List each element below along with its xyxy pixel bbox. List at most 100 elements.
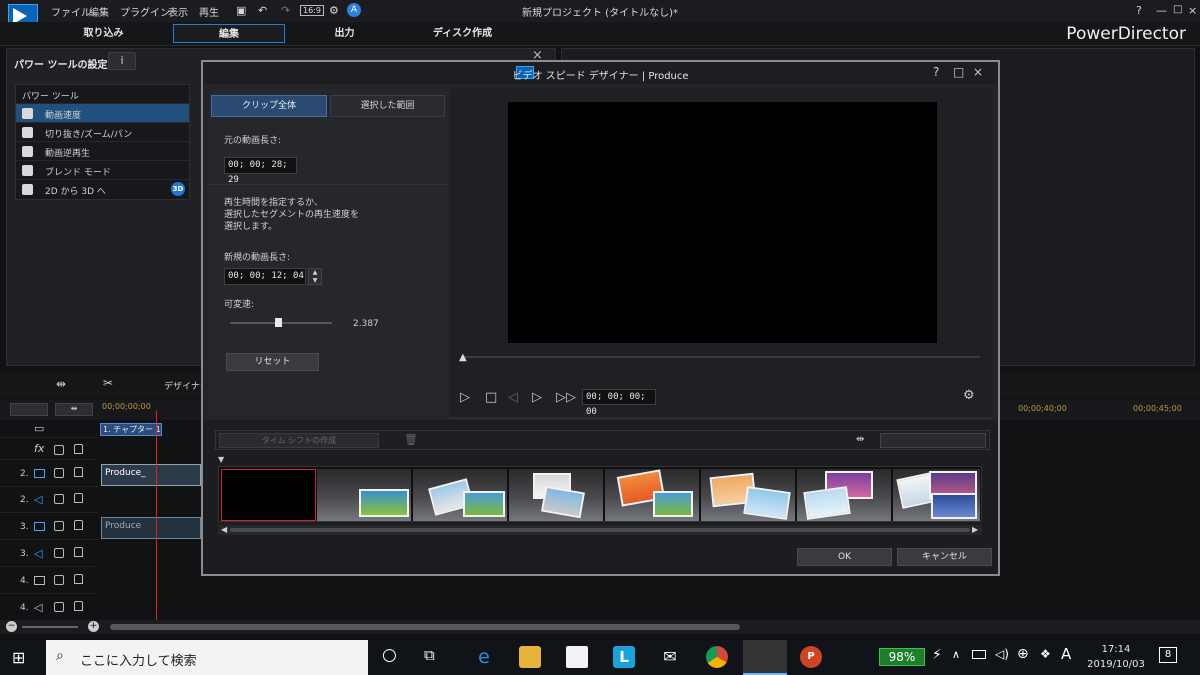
zoom-in-icon[interactable]: + [88, 621, 99, 632]
chrome-icon[interactable] [706, 646, 728, 668]
checkbox[interactable] [22, 127, 33, 138]
file-explorer-icon[interactable] [519, 646, 541, 668]
tab-disc[interactable]: ディスク作成 [415, 24, 510, 43]
film-frame [509, 469, 604, 521]
tray-battery-icon[interactable] [972, 650, 986, 659]
trash-icon[interactable]: 🗑 [404, 433, 418, 446]
store-icon[interactable] [566, 646, 588, 668]
stop-icon[interactable]: □ [485, 390, 497, 405]
network-icon[interactable]: ⊕ [1017, 646, 1029, 662]
filmstrip[interactable] [218, 466, 982, 522]
zoom-out-icon[interactable]: − [6, 621, 17, 632]
reset-button[interactable]: リセット [226, 353, 319, 371]
fit-icon[interactable]: ⇹ [55, 403, 93, 416]
mail-icon[interactable]: ✉ [659, 646, 681, 668]
search-placeholder: ここに入力して検索 [80, 654, 197, 669]
zoom-slider[interactable] [22, 626, 78, 628]
length-stepper[interactable]: ▲ ▼ [308, 268, 322, 285]
power-tool-crop-zoom-pan[interactable]: 切り抜き/ズーム/パン [16, 123, 189, 142]
preview-scrubber[interactable] [462, 356, 980, 358]
track-enable-checkbox[interactable] [54, 468, 64, 478]
ime-indicator[interactable]: A [1061, 645, 1071, 663]
tab-capture[interactable]: 取り込み [56, 24, 151, 43]
lock-icon[interactable] [74, 520, 83, 530]
timeline-playhead[interactable] [156, 410, 157, 620]
track-manager-icon[interactable] [10, 403, 48, 416]
cortana-icon[interactable]: ○ [382, 645, 397, 665]
fast-forward-icon[interactable]: ▷▷ [556, 390, 576, 405]
scissors-icon[interactable]: ✂ [103, 376, 113, 390]
lock-icon[interactable] [74, 444, 83, 454]
filmstrip-playhead-icon[interactable]: ▼ [218, 455, 224, 464]
new-length-input[interactable]: 00; 00; 12; 04 [224, 268, 306, 285]
lock-icon[interactable] [74, 601, 83, 611]
close-icon[interactable]: × [1188, 4, 1197, 17]
scroll-right-icon[interactable]: ▶ [972, 525, 978, 534]
clock-time: 17:14 [1101, 644, 1131, 655]
track-enable-checkbox[interactable] [54, 494, 64, 504]
playback-timecode: 00; 00; 00; 00 [582, 389, 656, 417]
edge-icon[interactable]: e [473, 646, 495, 668]
filmstrip-scrollbar[interactable]: ◀ ▶ [218, 525, 982, 535]
fit-icon[interactable]: ⇹ [856, 434, 864, 445]
line-app-icon[interactable]: L [613, 646, 635, 668]
settings-icon[interactable]: ⚙ [963, 388, 975, 403]
track-enable-checkbox[interactable] [54, 445, 64, 455]
video-track-head: 3. [0, 514, 98, 540]
volume-icon[interactable]: ◁) [995, 647, 1009, 661]
lock-icon[interactable] [74, 493, 83, 503]
track-enable-checkbox[interactable] [54, 521, 64, 531]
powerpoint-icon[interactable]: P [800, 646, 822, 668]
task-view-icon[interactable]: ⧉ [424, 646, 435, 664]
help-icon[interactable]: ? [933, 65, 939, 79]
powerdirector-taskbar-icon[interactable] [743, 640, 787, 675]
track-enable-checkbox[interactable] [54, 548, 64, 558]
lock-icon[interactable] [74, 547, 83, 557]
minimize-icon[interactable]: — [1156, 4, 1167, 17]
lock-icon[interactable] [74, 467, 83, 477]
info-icon[interactable]: i [108, 52, 136, 70]
new-length-label: 新規の動画長さ: [224, 253, 291, 263]
taskbar-clock[interactable]: 17:14 2019/10/03 [1082, 642, 1150, 672]
power-tool-blend-mode[interactable]: ブレンド モード [16, 161, 189, 180]
filmstrip-zoom-slider[interactable] [880, 433, 986, 448]
windows-start-icon[interactable]: ⊞ [12, 648, 25, 667]
ok-button[interactable]: OK [797, 548, 892, 566]
maximize-icon[interactable]: □ [953, 65, 964, 79]
create-timeshift-button[interactable]: タイム シフトの作成 [219, 433, 379, 448]
checkbox[interactable] [22, 108, 33, 119]
close-icon[interactable]: × [973, 65, 983, 79]
previous-frame-icon[interactable]: ◁ [508, 390, 518, 405]
next-frame-icon[interactable]: ▷ [532, 390, 542, 405]
tray-chevron-icon[interactable]: ∧ [952, 648, 960, 661]
checkbox[interactable] [22, 146, 33, 157]
notification-center-icon[interactable]: 8 [1159, 647, 1177, 663]
maximize-icon[interactable]: □ [1173, 4, 1182, 15]
cancel-button[interactable]: キャンセル [897, 548, 992, 566]
dropbox-icon[interactable]: ❖ [1040, 647, 1051, 661]
battery-indicator[interactable]: 98% [879, 648, 925, 666]
scroll-thumb[interactable] [230, 528, 970, 532]
track-enable-checkbox[interactable] [54, 602, 64, 612]
speed-slider-thumb[interactable] [274, 318, 282, 327]
tab-produce[interactable]: 出力 [297, 24, 392, 43]
scrubber-handle-icon[interactable]: ▲ [459, 352, 467, 363]
chapter-marker[interactable]: 1. チャプター 1 [100, 423, 162, 436]
scroll-left-icon[interactable]: ◀ [221, 525, 227, 534]
video-clip[interactable]: Produce [101, 517, 201, 539]
video-clip[interactable]: Produce_ [101, 464, 201, 486]
split-icon[interactable]: ⇹ [56, 377, 66, 391]
tab-whole-clip[interactable]: クリップ全体 [211, 95, 327, 117]
power-tool-2d-to-3d[interactable]: 2D から 3D へ 3D [16, 180, 189, 199]
power-tool-reverse[interactable]: 動画逆再生 [16, 142, 189, 161]
track-enable-checkbox[interactable] [54, 575, 64, 585]
help-icon[interactable]: ? [1136, 4, 1142, 17]
checkbox[interactable] [22, 184, 33, 195]
checkbox[interactable] [22, 165, 33, 176]
play-icon[interactable]: ▷ [460, 390, 470, 405]
timeline-scrollbar[interactable] [110, 624, 740, 630]
tab-selected-range[interactable]: 選択した範囲 [330, 95, 445, 117]
power-tool-video-speed[interactable]: 動画速度 [16, 104, 189, 123]
tab-edit[interactable]: 編集 [173, 24, 285, 43]
lock-icon[interactable] [74, 574, 83, 584]
